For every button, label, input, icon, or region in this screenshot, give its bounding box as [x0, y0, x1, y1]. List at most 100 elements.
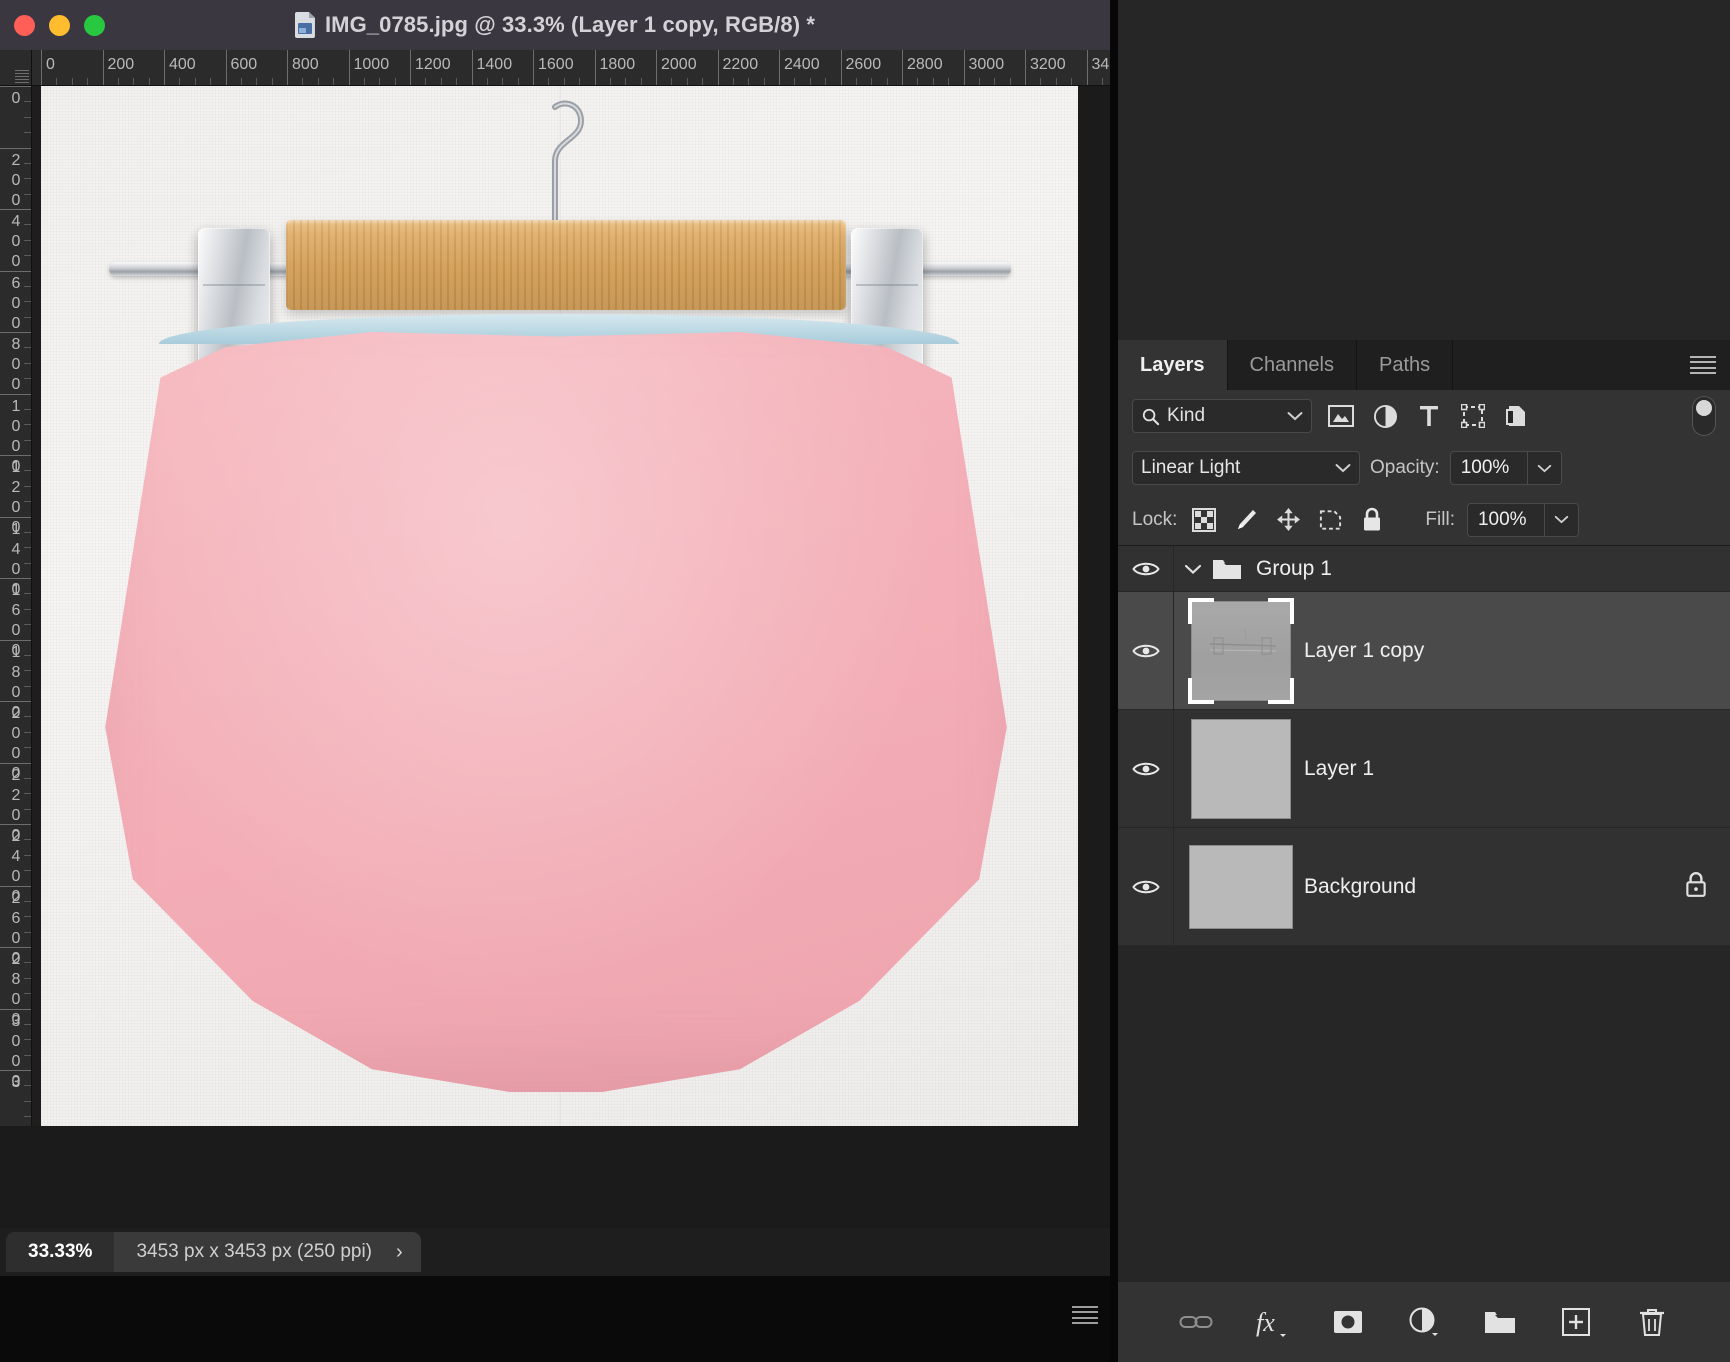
ruler-tick-h: 2800: [902, 50, 943, 85]
opacity-dropdown-icon[interactable]: [1526, 452, 1561, 484]
layers-panel-footer: fx: [1118, 1282, 1730, 1362]
ruler-minor-tick: [24, 731, 31, 733]
layer-style-fx-icon[interactable]: fx: [1253, 1303, 1291, 1341]
ruler-minor-tick: [809, 78, 811, 85]
layer-row-group-1[interactable]: Group 1: [1118, 546, 1730, 592]
image-canvas[interactable]: [41, 86, 1078, 1126]
chevron-right-icon[interactable]: ›: [396, 1241, 403, 1264]
zoom-level-field[interactable]: 33.33%: [6, 1232, 115, 1272]
smart-object-filter-icon[interactable]: [1502, 401, 1532, 431]
ruler-minor-tick: [24, 854, 31, 856]
vertical-ruler[interactable]: 0200400600800100012001400160018002000220…: [0, 86, 32, 1126]
layer-thumbnail-cell-layer-1[interactable]: [1182, 710, 1300, 827]
tab-paths[interactable]: Paths: [1357, 340, 1454, 390]
add-layer-mask-icon[interactable]: [1329, 1303, 1367, 1341]
ruler-minor-tick: [609, 78, 611, 85]
adjustment-filter-icon[interactable]: [1370, 401, 1400, 431]
document-options-icon[interactable]: [1072, 1306, 1098, 1324]
lock-artboard-icon[interactable]: [1315, 505, 1345, 535]
document-info-field[interactable]: 3453 px x 3453 px (250 ppi) ›: [114, 1232, 421, 1272]
visibility-toggle-layer-1-copy[interactable]: [1118, 592, 1174, 709]
filter-kind-select[interactable]: Kind: [1132, 399, 1312, 433]
new-group-icon[interactable]: [1481, 1303, 1519, 1341]
blend-mode-select[interactable]: Linear Light: [1132, 451, 1360, 485]
ruler-tick-label: 6: [11, 602, 21, 619]
ruler-tick-label: 0: [11, 725, 21, 742]
visibility-toggle-layer-1[interactable]: [1118, 710, 1174, 827]
ruler-tick-label: 0: [11, 233, 21, 250]
panel-menu-icon[interactable]: [1690, 356, 1716, 374]
ruler-tick-label: 0: [11, 1032, 21, 1050]
fill-dropdown-icon[interactable]: [1543, 503, 1578, 536]
ruler-minor-tick: [24, 1039, 31, 1041]
filter-enable-toggle[interactable]: [1692, 396, 1716, 436]
ruler-minor-tick: [24, 470, 31, 472]
ruler-minor-tick: [24, 839, 31, 841]
tab-layers[interactable]: Layers: [1118, 340, 1228, 390]
lock-position-icon[interactable]: [1273, 505, 1303, 535]
pixel-filter-icon[interactable]: [1326, 401, 1356, 431]
layer-name-layer-1[interactable]: Layer 1: [1300, 757, 1374, 781]
delete-layer-icon[interactable]: [1633, 1303, 1671, 1341]
ruler-minor-tick: [194, 78, 196, 85]
ruler-minor-tick: [24, 1085, 31, 1087]
layer-thumbnail-background[interactable]: [1189, 844, 1293, 929]
layer-name-group-1[interactable]: Group 1: [1252, 557, 1332, 581]
window-bottom-strip: [0, 1276, 1110, 1362]
ruler-minor-tick: [702, 78, 704, 85]
ruler-tick-label: 0: [11, 294, 21, 312]
layer-name-layer-1-copy[interactable]: Layer 1 copy: [1300, 639, 1424, 663]
opacity-value[interactable]: 100%: [1450, 452, 1527, 484]
ruler-minor-tick: [1009, 78, 1011, 85]
ruler-minor-tick: [24, 316, 31, 318]
ruler-tick-label: 1200: [415, 56, 451, 73]
ruler-minor-tick: [825, 78, 827, 85]
ruler-tick-h: 0: [41, 50, 55, 85]
layer-row-layer-1-copy[interactable]: Layer 1 copy: [1118, 592, 1730, 710]
ruler-minor-tick: [24, 916, 31, 918]
ruler-tick-label: 6: [11, 274, 21, 292]
ruler-minor-tick: [24, 193, 31, 195]
ruler-tick-label: 1: [11, 520, 21, 538]
ruler-tick-label: 2000: [661, 56, 697, 73]
fill-value[interactable]: 100%: [1467, 503, 1544, 536]
ruler-minor-tick: [24, 716, 31, 718]
visibility-toggle-group-1[interactable]: [1118, 546, 1174, 591]
lock-transparent-pixels-icon[interactable]: [1189, 505, 1219, 535]
group-header-cell[interactable]: Group 1: [1174, 557, 1332, 581]
fill-field[interactable]: 100%: [1466, 502, 1579, 537]
lock-all-icon[interactable]: [1357, 505, 1387, 535]
ruler-minor-tick: [486, 78, 488, 85]
type-filter-icon[interactable]: [1414, 401, 1444, 431]
new-adjustment-layer-icon[interactable]: [1405, 1303, 1443, 1341]
shape-filter-icon[interactable]: [1458, 401, 1488, 431]
visibility-toggle-background[interactable]: [1118, 828, 1174, 945]
layer-thumbnail-layer-1[interactable]: [1191, 718, 1291, 819]
layer-row-layer-1[interactable]: Layer 1: [1118, 710, 1730, 828]
document-dimensions: 3453 px x 3453 px (250 ppi): [136, 1241, 373, 1262]
ruler-tick-label: 1: [11, 397, 21, 415]
layer-list[interactable]: Group 1 Layer 1 copy Layer 1 Background: [1118, 546, 1730, 946]
ruler-minor-tick: [425, 78, 427, 85]
link-layers-icon[interactable]: [1177, 1303, 1215, 1341]
ruler-tick-label: 2800: [907, 56, 943, 73]
lock-image-pixels-icon[interactable]: [1231, 505, 1261, 535]
tab-channels[interactable]: Channels: [1228, 340, 1358, 390]
new-layer-icon[interactable]: [1557, 1303, 1595, 1341]
window-title: IMG_0785.jpg @ 33.3% (Layer 1 copy, RGB/…: [324, 12, 816, 37]
layer-thumbnail-cell-background[interactable]: [1182, 828, 1300, 945]
opacity-field[interactable]: 100%: [1449, 451, 1562, 485]
layer-name-background[interactable]: Background: [1300, 875, 1416, 899]
chevron-down-icon[interactable]: [1184, 563, 1202, 575]
ruler-origin-corner[interactable]: [0, 50, 32, 86]
layer-row-background[interactable]: Background: [1118, 828, 1730, 946]
background-lock-icon[interactable]: [1684, 871, 1708, 903]
horizontal-ruler[interactable]: 0 200 400 600 800 1000 1200 1400 1600 1800 2000 220…: [32, 50, 1110, 86]
canvas-viewport[interactable]: [32, 86, 1078, 1126]
ruler-minor-tick: [763, 78, 765, 85]
layer-thumbnail-layer-1-copy[interactable]: [1188, 597, 1294, 704]
ruler-tick-label: 4: [11, 540, 21, 558]
ruler-tick-label: 8: [11, 663, 21, 681]
ruler-minor-tick: [24, 347, 31, 349]
layer-thumbnail-cell-layer-1-copy[interactable]: [1182, 592, 1300, 709]
